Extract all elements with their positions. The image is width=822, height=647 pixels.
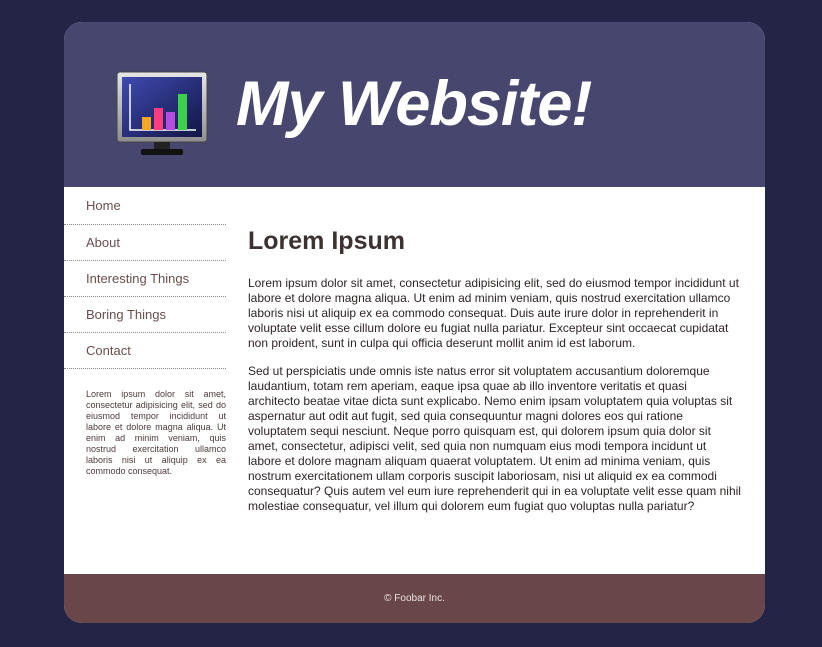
nav-item-contact[interactable]: Contact bbox=[64, 333, 226, 369]
nav-item-about[interactable]: About bbox=[64, 225, 226, 261]
nav-item-label: Interesting Things bbox=[86, 271, 190, 286]
main-paragraph: Lorem ipsum dolor sit amet, consectetur … bbox=[248, 276, 739, 350]
sidebar: Home About Interesting Things Boring Thi… bbox=[64, 187, 226, 477]
sidebar-nav: Home About Interesting Things Boring Thi… bbox=[64, 187, 226, 369]
copyright-text: © Foobar Inc. bbox=[384, 593, 445, 604]
main-heading: Lorem Ipsum bbox=[248, 227, 405, 255]
nav-item-boring-things[interactable]: Boring Things bbox=[64, 297, 226, 333]
site-header: My Website! bbox=[64, 22, 765, 187]
page-container: My Website! Home About Interesting Thing… bbox=[64, 22, 765, 623]
nav-item-label: Boring Things bbox=[86, 307, 166, 322]
nav-item-home[interactable]: Home bbox=[64, 187, 226, 225]
nav-item-label: Home bbox=[86, 198, 121, 213]
monitor-bar-chart-icon bbox=[116, 71, 208, 155]
main-content: Lorem Ipsum Lorem ipsum dolor sit amet, … bbox=[248, 222, 742, 527]
sidebar-text: Lorem ipsum dolor sit amet, consectetur … bbox=[86, 389, 226, 476]
site-title: My Website! bbox=[236, 69, 592, 139]
nav-item-label: Contact bbox=[86, 343, 131, 358]
nav-item-interesting-things[interactable]: Interesting Things bbox=[64, 261, 226, 297]
nav-item-label: About bbox=[86, 235, 120, 250]
main-paragraph: Sed ut perspiciatis unde omnis iste natu… bbox=[248, 364, 741, 513]
site-footer: © Foobar Inc. bbox=[64, 574, 765, 623]
